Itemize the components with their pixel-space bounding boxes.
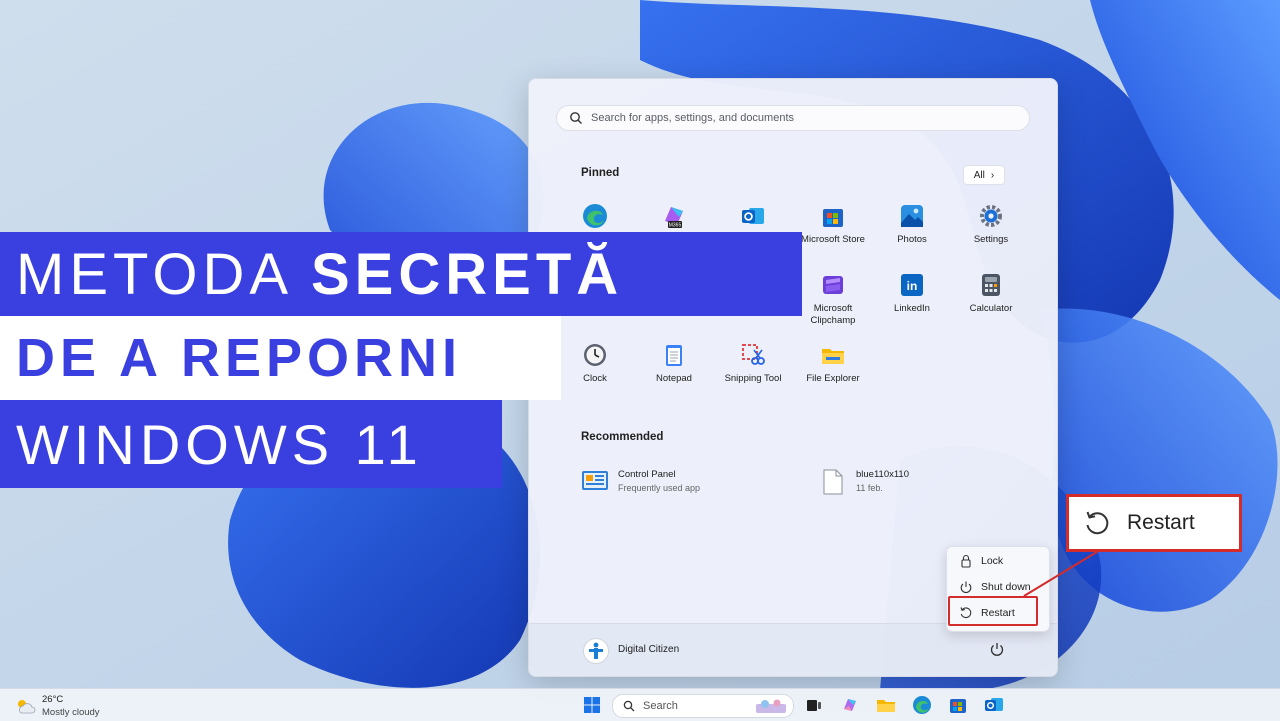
outlook-icon[interactable] xyxy=(984,695,1004,715)
restart-highlight-box xyxy=(948,596,1038,626)
power-menu-lock[interactable]: Lock xyxy=(947,549,1049,573)
user-avatar[interactable] xyxy=(583,638,609,664)
recommended-title: Control Panel xyxy=(618,469,676,480)
recommended-item-file[interactable]: blue110x110 11 feb. xyxy=(822,469,909,495)
pinned-app-label: Clock xyxy=(583,373,607,384)
file-icon xyxy=(823,469,843,495)
pinned-app-label: Microsoft Clipchamp xyxy=(810,303,856,326)
pinned-app-snipping-tool[interactable]: Snipping Tool xyxy=(713,342,793,385)
copilot-icon[interactable] xyxy=(840,695,860,715)
weather-description: Mostly cloudy xyxy=(42,707,100,718)
pinned-app-label: Microsoft Store xyxy=(801,234,865,245)
chevron-right-icon: › xyxy=(990,169,995,181)
photos-icon xyxy=(899,203,925,229)
recommended-subtitle: 11 feb. xyxy=(856,483,883,493)
title-banner-line2: DE A REPORNI xyxy=(0,316,561,400)
clipchamp-icon xyxy=(820,272,846,298)
svg-text:M365: M365 xyxy=(669,223,682,229)
restart-icon xyxy=(1086,511,1109,535)
pinned-heading: Pinned xyxy=(581,167,620,179)
power-icon xyxy=(960,581,972,594)
store-icon xyxy=(820,203,846,229)
title-line1-bold: SECRETĂ xyxy=(310,241,624,307)
start-search-input[interactable]: Search for apps, settings, and documents xyxy=(556,105,1030,131)
title-line1-regular: METODA xyxy=(16,241,311,307)
outlook-icon xyxy=(740,203,766,229)
pinned-app-settings[interactable]: Settings xyxy=(951,203,1031,246)
pinned-app-edge[interactable] xyxy=(555,203,635,234)
title-banner-line1: METODA SECRETĂ xyxy=(0,232,802,316)
weather-temperature: 26°C xyxy=(42,694,64,705)
pinned-app-label: Photos xyxy=(897,234,927,245)
taskbar: 26°C Mostly cloudy Search xyxy=(0,688,1280,721)
search-placeholder: Search for apps, settings, and documents xyxy=(591,112,795,124)
pinned-app-label: Settings xyxy=(973,234,1009,245)
linkedin-icon: in xyxy=(899,272,925,298)
callout-label: Restart xyxy=(1127,511,1195,534)
recommended-subtitle: Frequently used app xyxy=(618,483,701,493)
edge-icon xyxy=(582,203,608,229)
pinned-app-clock[interactable]: Clock xyxy=(555,342,635,385)
recommended-title: blue110x110 xyxy=(856,469,910,480)
clock-icon xyxy=(582,342,608,368)
pinned-app-file-explorer[interactable]: File Explorer xyxy=(793,342,873,385)
pinned-app-label: File Explorer xyxy=(806,373,860,384)
search-icon xyxy=(623,700,635,712)
title-line2: DE A REPORNI xyxy=(16,328,463,388)
pinned-app-photos[interactable]: Photos xyxy=(872,203,952,246)
taskbar-search-label: Search xyxy=(643,700,678,712)
search-icon xyxy=(570,112,582,124)
pinned-app-microsoft-store[interactable]: Microsoft Store xyxy=(793,203,873,246)
taskbar-search[interactable]: Search xyxy=(612,694,794,718)
all-apps-button[interactable]: All › xyxy=(963,165,1005,185)
power-menu-label: Shut down xyxy=(981,581,1031,593)
pinned-app-linkedin[interactable]: in LinkedIn xyxy=(872,272,952,315)
m365-copilot-icon: M365 xyxy=(661,203,687,229)
pinned-app-label: LinkedIn xyxy=(894,303,930,314)
pinned-app-label: Calculator xyxy=(969,303,1013,314)
search-highlight-icon xyxy=(756,699,786,713)
power-icon[interactable] xyxy=(989,641,1005,657)
all-apps-label: All xyxy=(973,169,985,181)
snipping-tool-icon xyxy=(740,342,766,368)
pinned-app-label: Notepad xyxy=(656,373,692,384)
notepad-icon xyxy=(661,342,687,368)
pinned-app-outlook[interactable] xyxy=(713,203,793,234)
digital-citizen-logo-icon xyxy=(589,642,603,659)
store-icon[interactable] xyxy=(948,695,968,715)
svg-text:in: in xyxy=(907,279,918,293)
windows-start-icon[interactable] xyxy=(582,695,602,715)
pinned-app-calculator[interactable]: Calculator xyxy=(951,272,1031,315)
recommended-item-control-panel[interactable]: Control Panel Frequently used app xyxy=(581,469,700,493)
calculator-icon xyxy=(978,272,1004,298)
pinned-app-m365[interactable]: M365 xyxy=(634,203,714,234)
pinned-app-label: Snipping Tool xyxy=(724,373,782,384)
weather-widget[interactable]: 26°C Mostly cloudy xyxy=(14,694,100,718)
restart-callout: Restart xyxy=(1066,494,1242,552)
user-name: Digital Citizen xyxy=(618,644,680,655)
edge-icon[interactable] xyxy=(912,695,932,715)
partly-cloudy-icon xyxy=(18,700,36,714)
title-banner-line3: WINDOWS 11 xyxy=(0,400,502,488)
recommended-heading: Recommended xyxy=(581,431,664,443)
pinned-app-notepad[interactable]: Notepad xyxy=(634,342,714,385)
title-line3: WINDOWS 11 xyxy=(16,412,423,476)
lock-icon xyxy=(961,554,971,568)
control-panel-icon xyxy=(582,471,608,490)
file-explorer-icon xyxy=(820,342,846,368)
task-view-icon[interactable] xyxy=(804,695,824,715)
pinned-app-clipchamp[interactable]: Microsoft Clipchamp xyxy=(793,272,873,327)
file-explorer-icon[interactable] xyxy=(876,695,896,715)
power-menu-label: Lock xyxy=(981,555,1004,567)
settings-icon xyxy=(978,203,1004,229)
